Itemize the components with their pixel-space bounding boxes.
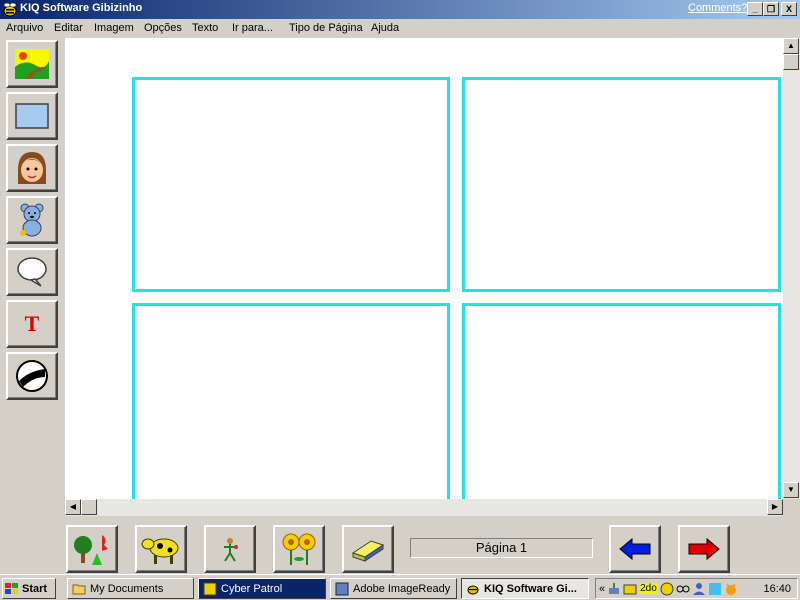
flowers-tool-button[interactable]	[273, 525, 325, 573]
menu-editar[interactable]: Editar	[54, 22, 83, 34]
scroll-left-icon[interactable]: ◀	[65, 499, 81, 515]
task-kiq-software[interactable]: KIQ Software Gi...	[461, 578, 589, 599]
rectangle-icon	[15, 103, 49, 129]
right-arrow-icon	[688, 537, 720, 561]
trees-tool-button[interactable]	[66, 525, 118, 573]
scenery-tool-button[interactable]	[6, 40, 58, 88]
left-toolbar: T	[0, 38, 64, 500]
bee-icon	[467, 585, 479, 594]
text-t-icon: T	[24, 311, 40, 336]
glasses-icon[interactable]	[676, 582, 690, 596]
vertical-scroll-thumb[interactable]	[783, 54, 799, 70]
tray-expand-icon[interactable]: «	[599, 583, 605, 595]
menu-ajuda[interactable]: Ajuda	[371, 22, 399, 34]
comic-panel-2[interactable]	[462, 77, 781, 292]
trees-icon	[74, 535, 108, 565]
menu-arquivo[interactable]: Arquivo	[6, 22, 43, 34]
teddy-bear-icon	[20, 203, 44, 237]
motion-ball-icon	[16, 360, 48, 392]
menu-opcoes[interactable]: Opções	[144, 22, 182, 34]
horizontal-scrollbar[interactable]: ◀ ▶	[65, 499, 783, 516]
small-figure-icon	[224, 538, 238, 562]
system-tray: « 2do 16:40	[595, 578, 798, 599]
menu-bar: Arquivo Editar Imagem Opções Texto Ir pa…	[0, 19, 800, 38]
speech-balloon-tool-button[interactable]	[6, 248, 58, 296]
cow-icon	[141, 538, 179, 564]
task-cyber-patrol[interactable]: Cyber Patrol	[198, 578, 326, 599]
close-button[interactable]: X	[781, 2, 797, 16]
task-label: My Documents	[90, 582, 164, 595]
menu-tipo-de-pagina[interactable]: Tipo de Página	[289, 22, 363, 34]
cow-tool-button[interactable]	[135, 525, 187, 573]
teddy-bear-tool-button[interactable]	[6, 196, 58, 244]
task-label: KIQ Software Gi...	[484, 582, 577, 595]
small-figure-tool-button[interactable]	[204, 525, 256, 573]
girl-face-icon	[18, 152, 46, 184]
clock: 16:40	[763, 582, 791, 595]
folder-icon	[72, 584, 86, 594]
windows-logo-icon	[5, 582, 18, 594]
speech-balloon-icon	[17, 257, 47, 287]
next-page-button[interactable]	[678, 525, 730, 573]
windows-taskbar: Start My Documents Cyber Patrol Adobe Im…	[0, 574, 800, 600]
landscape-icon	[15, 49, 49, 79]
eraser-tool-button[interactable]	[342, 525, 394, 573]
comic-panel-1[interactable]	[132, 77, 450, 292]
scroll-down-icon[interactable]: ▼	[783, 482, 799, 498]
comic-panel-3[interactable]	[132, 303, 450, 499]
bottom-toolbar: Página 1	[0, 516, 800, 574]
effects-tool-button[interactable]	[6, 352, 58, 400]
eraser-icon	[351, 540, 385, 562]
start-button[interactable]: Start	[2, 578, 56, 599]
bee-app-icon	[3, 2, 17, 17]
cyber-patrol-icon	[203, 582, 217, 595]
horizontal-scroll-thumb[interactable]	[81, 499, 97, 515]
flowers-icon	[282, 533, 316, 565]
previous-page-button[interactable]	[609, 525, 661, 573]
comments-link[interactable]: Comments?	[688, 2, 747, 14]
text-tool-button[interactable]: T	[6, 300, 58, 348]
vertical-scrollbar[interactable]: ▲ ▼	[783, 38, 800, 499]
cat-face-icon[interactable]	[724, 582, 738, 596]
user-icon[interactable]	[692, 582, 706, 596]
menu-imagem[interactable]: Imagem	[94, 22, 134, 34]
smiley-icon[interactable]	[660, 582, 674, 596]
rectangle-tool-button[interactable]	[6, 92, 58, 140]
comic-panel-4[interactable]	[462, 303, 781, 499]
menu-texto[interactable]: Texto	[192, 22, 218, 34]
task-label: Cyber Patrol	[221, 582, 283, 595]
left-arrow-icon	[619, 537, 651, 561]
id-card-icon[interactable]	[623, 582, 637, 596]
restore-button[interactable]: ❐	[763, 2, 779, 16]
todo-tray-icon[interactable]: 2do	[639, 583, 658, 594]
page-indicator: Página 1	[410, 538, 593, 558]
minimize-button[interactable]: _	[747, 2, 763, 16]
window-title: KIQ Software Gibizinho	[20, 2, 143, 14]
title-bar: KIQ Software Gibizinho Comments? _ ❐ X	[0, 0, 800, 19]
start-label: Start	[22, 582, 48, 595]
comic-page-canvas[interactable]	[65, 38, 783, 499]
menu-ir-para[interactable]: Ir para...	[232, 22, 273, 34]
network-icon[interactable]	[607, 582, 621, 596]
imageready-icon	[335, 582, 349, 595]
scroll-right-icon[interactable]: ▶	[767, 499, 783, 515]
task-my-documents[interactable]: My Documents	[67, 578, 194, 599]
character-tool-button[interactable]	[6, 144, 58, 192]
sparkle-icon[interactable]	[708, 582, 722, 596]
scroll-up-icon[interactable]: ▲	[783, 38, 799, 54]
task-adobe-imageready[interactable]: Adobe ImageReady	[330, 578, 457, 599]
task-label: Adobe ImageReady	[353, 582, 451, 595]
